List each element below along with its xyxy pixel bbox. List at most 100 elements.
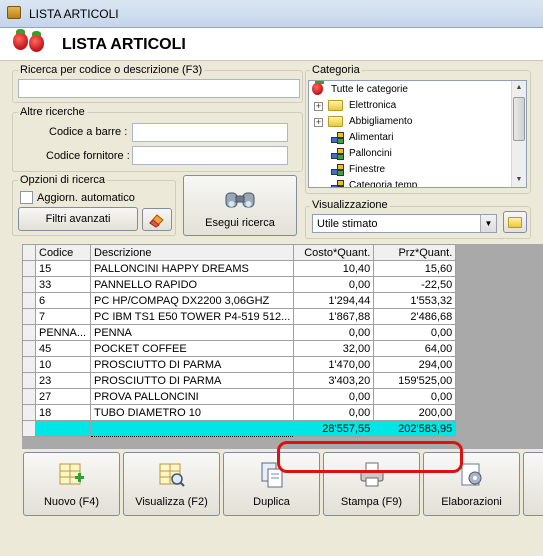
scroll-up-icon[interactable]: ▲ [512,81,526,95]
page-title: LISTA ARTICOLI [62,36,186,53]
view-button-label: Visualizza (F2) [135,496,208,508]
tree-item-label: Categoria temp [349,180,418,188]
cell-codice: 23 [35,372,91,389]
process-button-label: Elaborazioni [441,496,502,508]
run-search-button[interactable]: Esegui ricerca [183,175,297,236]
tree-item-abbigliamento[interactable]: + Abbigliamento [309,114,509,130]
totals-row[interactable]: 28'557,55 202'583,95 [22,420,457,437]
cell-costo: 0,00 [293,388,375,405]
expand-icon[interactable]: + [314,118,323,127]
tree-item-label: Finestre [349,164,386,175]
total-price-cell: 202'583,95 [373,420,457,437]
chevron-down-icon[interactable]: ▼ [480,215,496,232]
auto-update-checkbox[interactable] [20,191,33,204]
view-button[interactable]: Visualizza (F2) [123,452,220,516]
row-header[interactable] [22,260,36,277]
cell-codice: 33 [35,276,91,293]
row-header[interactable] [22,404,36,421]
cell-prezzo: 15,60 [373,260,457,277]
row-header[interactable] [22,372,36,389]
cell-descrizione: PC HP/COMPAQ DX2200 3,06GHZ [89,292,295,309]
tree-item-categoria-temp[interactable]: Categoria temp [309,178,509,188]
header: LISTA ARTICOLI [0,28,543,61]
cell-prezzo: 0,00 [373,324,457,341]
search-input[interactable] [18,79,300,98]
cubes-icon [331,132,345,144]
articles-table: Codice Descrizione Costo*Quant. Prz*Quan… [22,244,457,437]
run-search-label: Esegui ricerca [205,217,275,229]
duplicate-button-label: Duplica [253,496,290,508]
cell-descrizione: PENNA [89,324,295,341]
client-area: LISTA ARTICOLI Ricerca per codice o desc… [0,28,543,556]
table-row[interactable]: 10 PROSCIUTTO DI PARMA 1'470,00 294,00 [22,356,457,373]
table-row[interactable]: 27 PROVA PALLONCINI 0,00 0,00 [22,388,457,405]
view-select[interactable]: Utile stimato ▼ [312,214,497,233]
folder-icon [328,100,343,111]
row-header[interactable] [22,420,36,437]
table-row[interactable]: 23 PROSCIUTTO DI PARMA 3'403,20 159'525,00 [22,372,457,389]
tree-item-alimentari[interactable]: Alimentari [309,130,509,146]
tree-item-elettronica[interactable]: + Elettronica [309,98,509,114]
row-header[interactable] [22,292,36,309]
cell-prezzo: 1'553,32 [373,292,457,309]
supplier-code-label: Codice fornitore : [46,150,130,162]
row-header[interactable] [22,324,36,341]
table-row[interactable]: 7 PC IBM TS1 E50 TOWER P4-519 512... 1'867… [22,308,457,325]
articles-grid[interactable]: Codice Descrizione Costo*Quant. Prz*Quan… [22,244,543,466]
cell-codice: 7 [35,308,91,325]
barcode-input[interactable] [132,123,288,142]
cell-codice: 27 [35,388,91,405]
print-button-label: Stampa (F9) [340,496,403,508]
table-row[interactable]: 15 PALLONCINI HAPPY DREAMS 10,40 15,60 [22,260,457,277]
scroll-down-icon[interactable]: ▼ [512,173,526,187]
cell-descrizione: TUBO DIAMETRO 10 [89,404,295,421]
cell-descrizione: PROVA PALLONCINI [89,388,295,405]
cell-codice: 6 [35,292,91,309]
eraser-icon [149,213,164,228]
cell-descrizione: PROSCIUTTO DI PARMA [89,356,295,373]
tree-item-all[interactable]: Tutte le categorie [309,81,509,98]
search-group-label: Ricerca per codice o descrizione (F3) [18,64,205,76]
view-label: Visualizzazione [310,199,390,211]
strawberry-icon [13,29,28,50]
cell-codice: 15 [35,260,91,277]
column-header-prezzo[interactable]: Prz*Quant. [373,244,457,261]
table-row[interactable]: 45 POCKET COFFEE 32,00 64,00 [22,340,457,357]
advanced-filters-button[interactable]: Filtri avanzati [18,207,138,231]
table-row[interactable]: 18 TUBO DIAMETRO 10 0,00 200,00 [22,404,457,421]
row-header[interactable] [22,356,36,373]
category-tree[interactable]: Tutte le categorie + Elettronica + Abbig… [308,80,527,188]
supplier-code-input[interactable] [132,146,288,165]
table-row[interactable]: 33 PANNELLO RAPIDO 0,00 -22,50 [22,276,457,293]
column-header-descrizione[interactable]: Descrizione [89,244,295,261]
row-header-corner [22,244,36,261]
cell-costo: 0,00 [293,404,375,421]
cell-prezzo: 294,00 [373,356,457,373]
column-header-costo[interactable]: Costo*Quant. [293,244,375,261]
column-header-codice[interactable]: Codice [35,244,91,261]
tree-item-palloncini[interactable]: Palloncini [309,146,509,162]
app-icon [7,6,21,19]
window-title: LISTA ARTICOLI [29,7,119,21]
expand-icon[interactable]: + [314,102,323,111]
more-button[interactable] [523,452,543,516]
clear-filters-button[interactable] [142,208,172,231]
cell-costo: 1'294,44 [293,292,375,309]
row-header[interactable] [22,308,36,325]
cell-costo: 0,00 [293,324,375,341]
scroll-thumb[interactable] [513,97,525,141]
row-header[interactable] [22,276,36,293]
tree-item-finestre[interactable]: Finestre [309,162,509,178]
table-row[interactable]: 6 PC HP/COMPAQ DX2200 3,06GHZ 1'294,44 1'55… [22,292,457,309]
cell-prezzo: -22,50 [373,276,457,293]
cell-descrizione: POCKET COFFEE [89,340,295,357]
table-header-row: Codice Descrizione Costo*Quant. Prz*Quan… [22,244,457,261]
table-row[interactable]: PENNA... PENNA 0,00 0,00 [22,324,457,341]
row-header[interactable] [22,388,36,405]
row-header[interactable] [22,340,36,357]
cell-costo: 3'403,20 [293,372,375,389]
tree-scrollbar[interactable]: ▲ ▼ [511,81,526,187]
view-folder-button[interactable] [503,211,527,233]
new-button[interactable]: Nuovo (F4) [23,452,120,516]
view-select-value: Utile stimato [317,218,378,230]
